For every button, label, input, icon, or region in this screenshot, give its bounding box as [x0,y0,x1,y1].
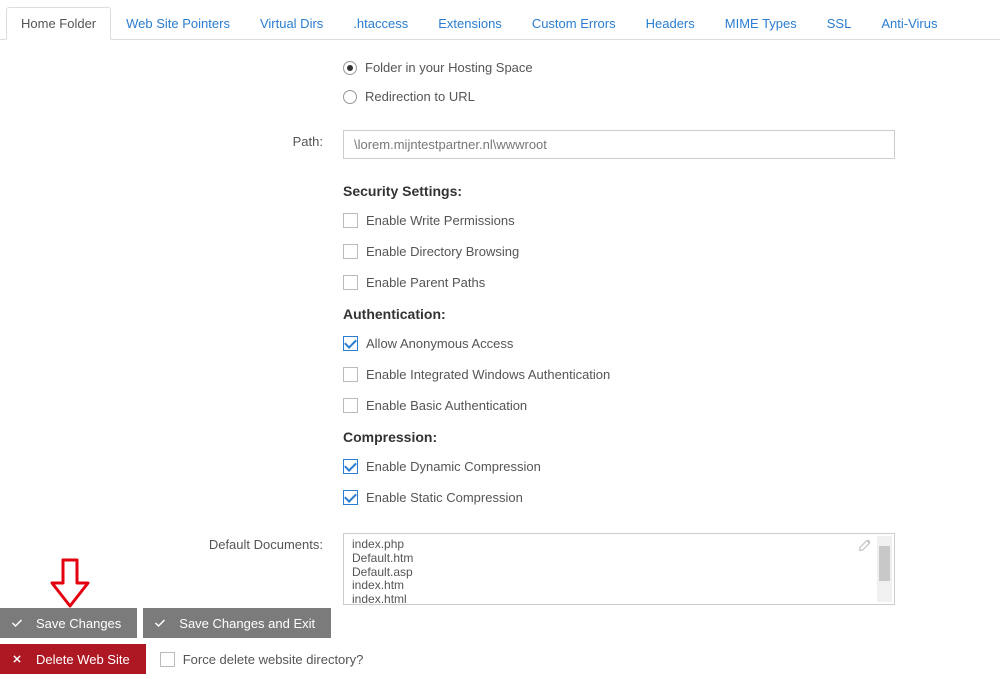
checkbox-write-permissions[interactable] [343,213,358,228]
default-doc-item: Default.asp [352,566,886,580]
tab-mime-types[interactable]: MIME Types [710,7,812,40]
save-button[interactable]: Save Changes [0,608,137,638]
content-area: Folder in your Hosting Space Redirection… [0,40,1000,605]
label-anonymous-access: Allow Anonymous Access [366,336,513,351]
checkbox-dynamic-compression[interactable] [343,459,358,474]
tab-web-site-pointers[interactable]: Web Site Pointers [111,7,245,40]
path-label: Path: [0,130,343,149]
tab-extensions[interactable]: Extensions [423,7,517,40]
label-write-permissions: Enable Write Permissions [366,213,515,228]
tab-bar: Home Folder Web Site Pointers Virtual Di… [0,0,1000,40]
label-windows-auth: Enable Integrated Windows Authentication [366,367,610,382]
scrollbar[interactable] [877,536,892,602]
save-button-label: Save Changes [36,616,121,631]
button-bar: Save Changes Save Changes and Exit [0,608,331,638]
delete-row: Delete Web Site Force delete website dir… [0,644,363,674]
radio-redirect-label: Redirection to URL [365,89,475,104]
checkbox-directory-browsing[interactable] [343,244,358,259]
label-basic-auth: Enable Basic Authentication [366,398,527,413]
radio-redirection-url[interactable] [343,90,357,104]
check-icon [153,616,167,630]
label-directory-browsing: Enable Directory Browsing [366,244,519,259]
default-docs-textarea[interactable]: index.php Default.htm Default.asp index.… [343,533,895,605]
label-static-compression: Enable Static Compression [366,490,523,505]
tab-home-folder[interactable]: Home Folder [6,7,111,40]
tab-anti-virus[interactable]: Anti-Virus [866,7,952,40]
tab-custom-errors[interactable]: Custom Errors [517,7,631,40]
save-exit-button-label: Save Changes and Exit [179,616,315,631]
checkbox-force-delete[interactable] [160,652,175,667]
compression-heading: Compression: [343,429,900,445]
check-icon [10,616,24,630]
default-doc-item: index.htm [352,579,886,593]
label-parent-paths: Enable Parent Paths [366,275,485,290]
delete-button-label: Delete Web Site [36,652,130,667]
auth-heading: Authentication: [343,306,900,322]
checkbox-basic-auth[interactable] [343,398,358,413]
save-exit-button[interactable]: Save Changes and Exit [143,608,331,638]
tab-htaccess[interactable]: .htaccess [338,7,423,40]
label-force-delete: Force delete website directory? [183,652,364,667]
default-doc-item: Default.htm [352,552,886,566]
checkbox-anonymous-access[interactable] [343,336,358,351]
tab-virtual-dirs[interactable]: Virtual Dirs [245,7,338,40]
tab-headers[interactable]: Headers [631,7,710,40]
tab-ssl[interactable]: SSL [812,7,867,40]
radio-folder-label: Folder in your Hosting Space [365,60,533,75]
close-icon [10,652,24,666]
radio-folder-hosting-space[interactable] [343,61,357,75]
checkbox-parent-paths[interactable] [343,275,358,290]
security-heading: Security Settings: [343,183,900,199]
edit-icon[interactable] [858,538,872,552]
delete-button[interactable]: Delete Web Site [0,644,146,674]
default-doc-item: index.php [352,538,886,552]
path-input[interactable] [343,130,895,159]
label-dynamic-compression: Enable Dynamic Compression [366,459,541,474]
checkbox-windows-auth[interactable] [343,367,358,382]
checkbox-static-compression[interactable] [343,490,358,505]
scrollbar-thumb[interactable] [879,546,890,581]
default-doc-item: index.html [352,593,886,604]
default-docs-label: Default Documents: [0,533,343,552]
